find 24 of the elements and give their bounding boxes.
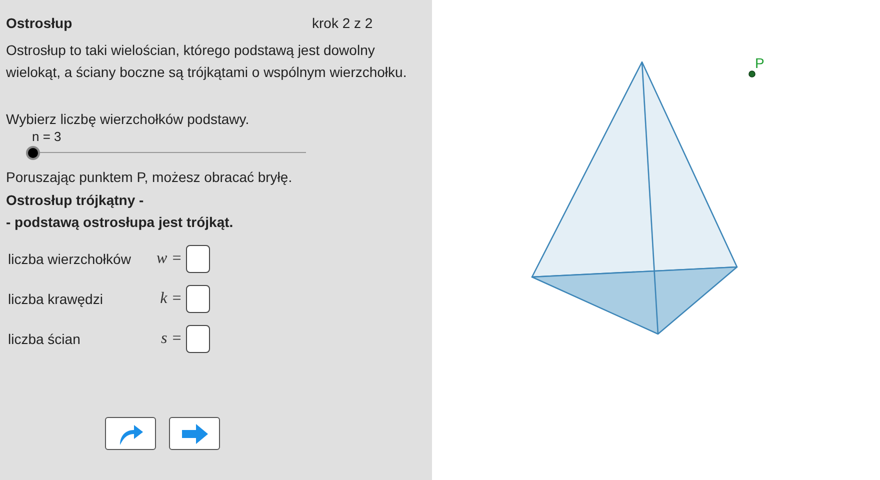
point-label: P	[755, 55, 764, 71]
next-button[interactable]	[169, 417, 220, 450]
slider[interactable]	[26, 146, 306, 160]
answer-label: liczba krawędzi	[7, 290, 104, 309]
redo-button[interactable]	[105, 417, 156, 450]
curved-arrow-icon	[118, 422, 144, 444]
answer-box[interactable]	[186, 285, 210, 313]
answer-box[interactable]	[186, 325, 210, 353]
math-symbol: w =	[156, 249, 183, 269]
right-arrow-icon	[180, 422, 208, 444]
panel-title: Ostrosłup	[6, 14, 74, 33]
hint-text: Poruszając punktem P, możesz obracać bryłę.	[6, 168, 294, 186]
section-heading: Ostrosłup trójkątny -	[6, 191, 145, 210]
step-indicator: krok 2 z 2	[312, 14, 373, 32]
point[interactable]	[748, 70, 756, 78]
math-symbol: k =	[159, 289, 183, 309]
answer-label: liczba wierzchołków	[7, 250, 132, 268]
answer-label: liczba ścian	[7, 330, 82, 348]
section-heading: - podstawą ostrosłupa jest trójkąt.	[6, 213, 234, 232]
answer-box[interactable]	[186, 245, 210, 273]
math-symbol: s =	[160, 329, 183, 349]
intro-text: Ostrosłup to taki wielościan, którego podstawą jest dowolny wielokąt, a ściany boczne są trójkątami o wspólnym wierzchołku.	[6, 41, 408, 82]
slider-label: n = 3	[32, 129, 62, 145]
prompt-text: Wybierz liczbę wierzchołków podstawy.	[6, 110, 250, 129]
